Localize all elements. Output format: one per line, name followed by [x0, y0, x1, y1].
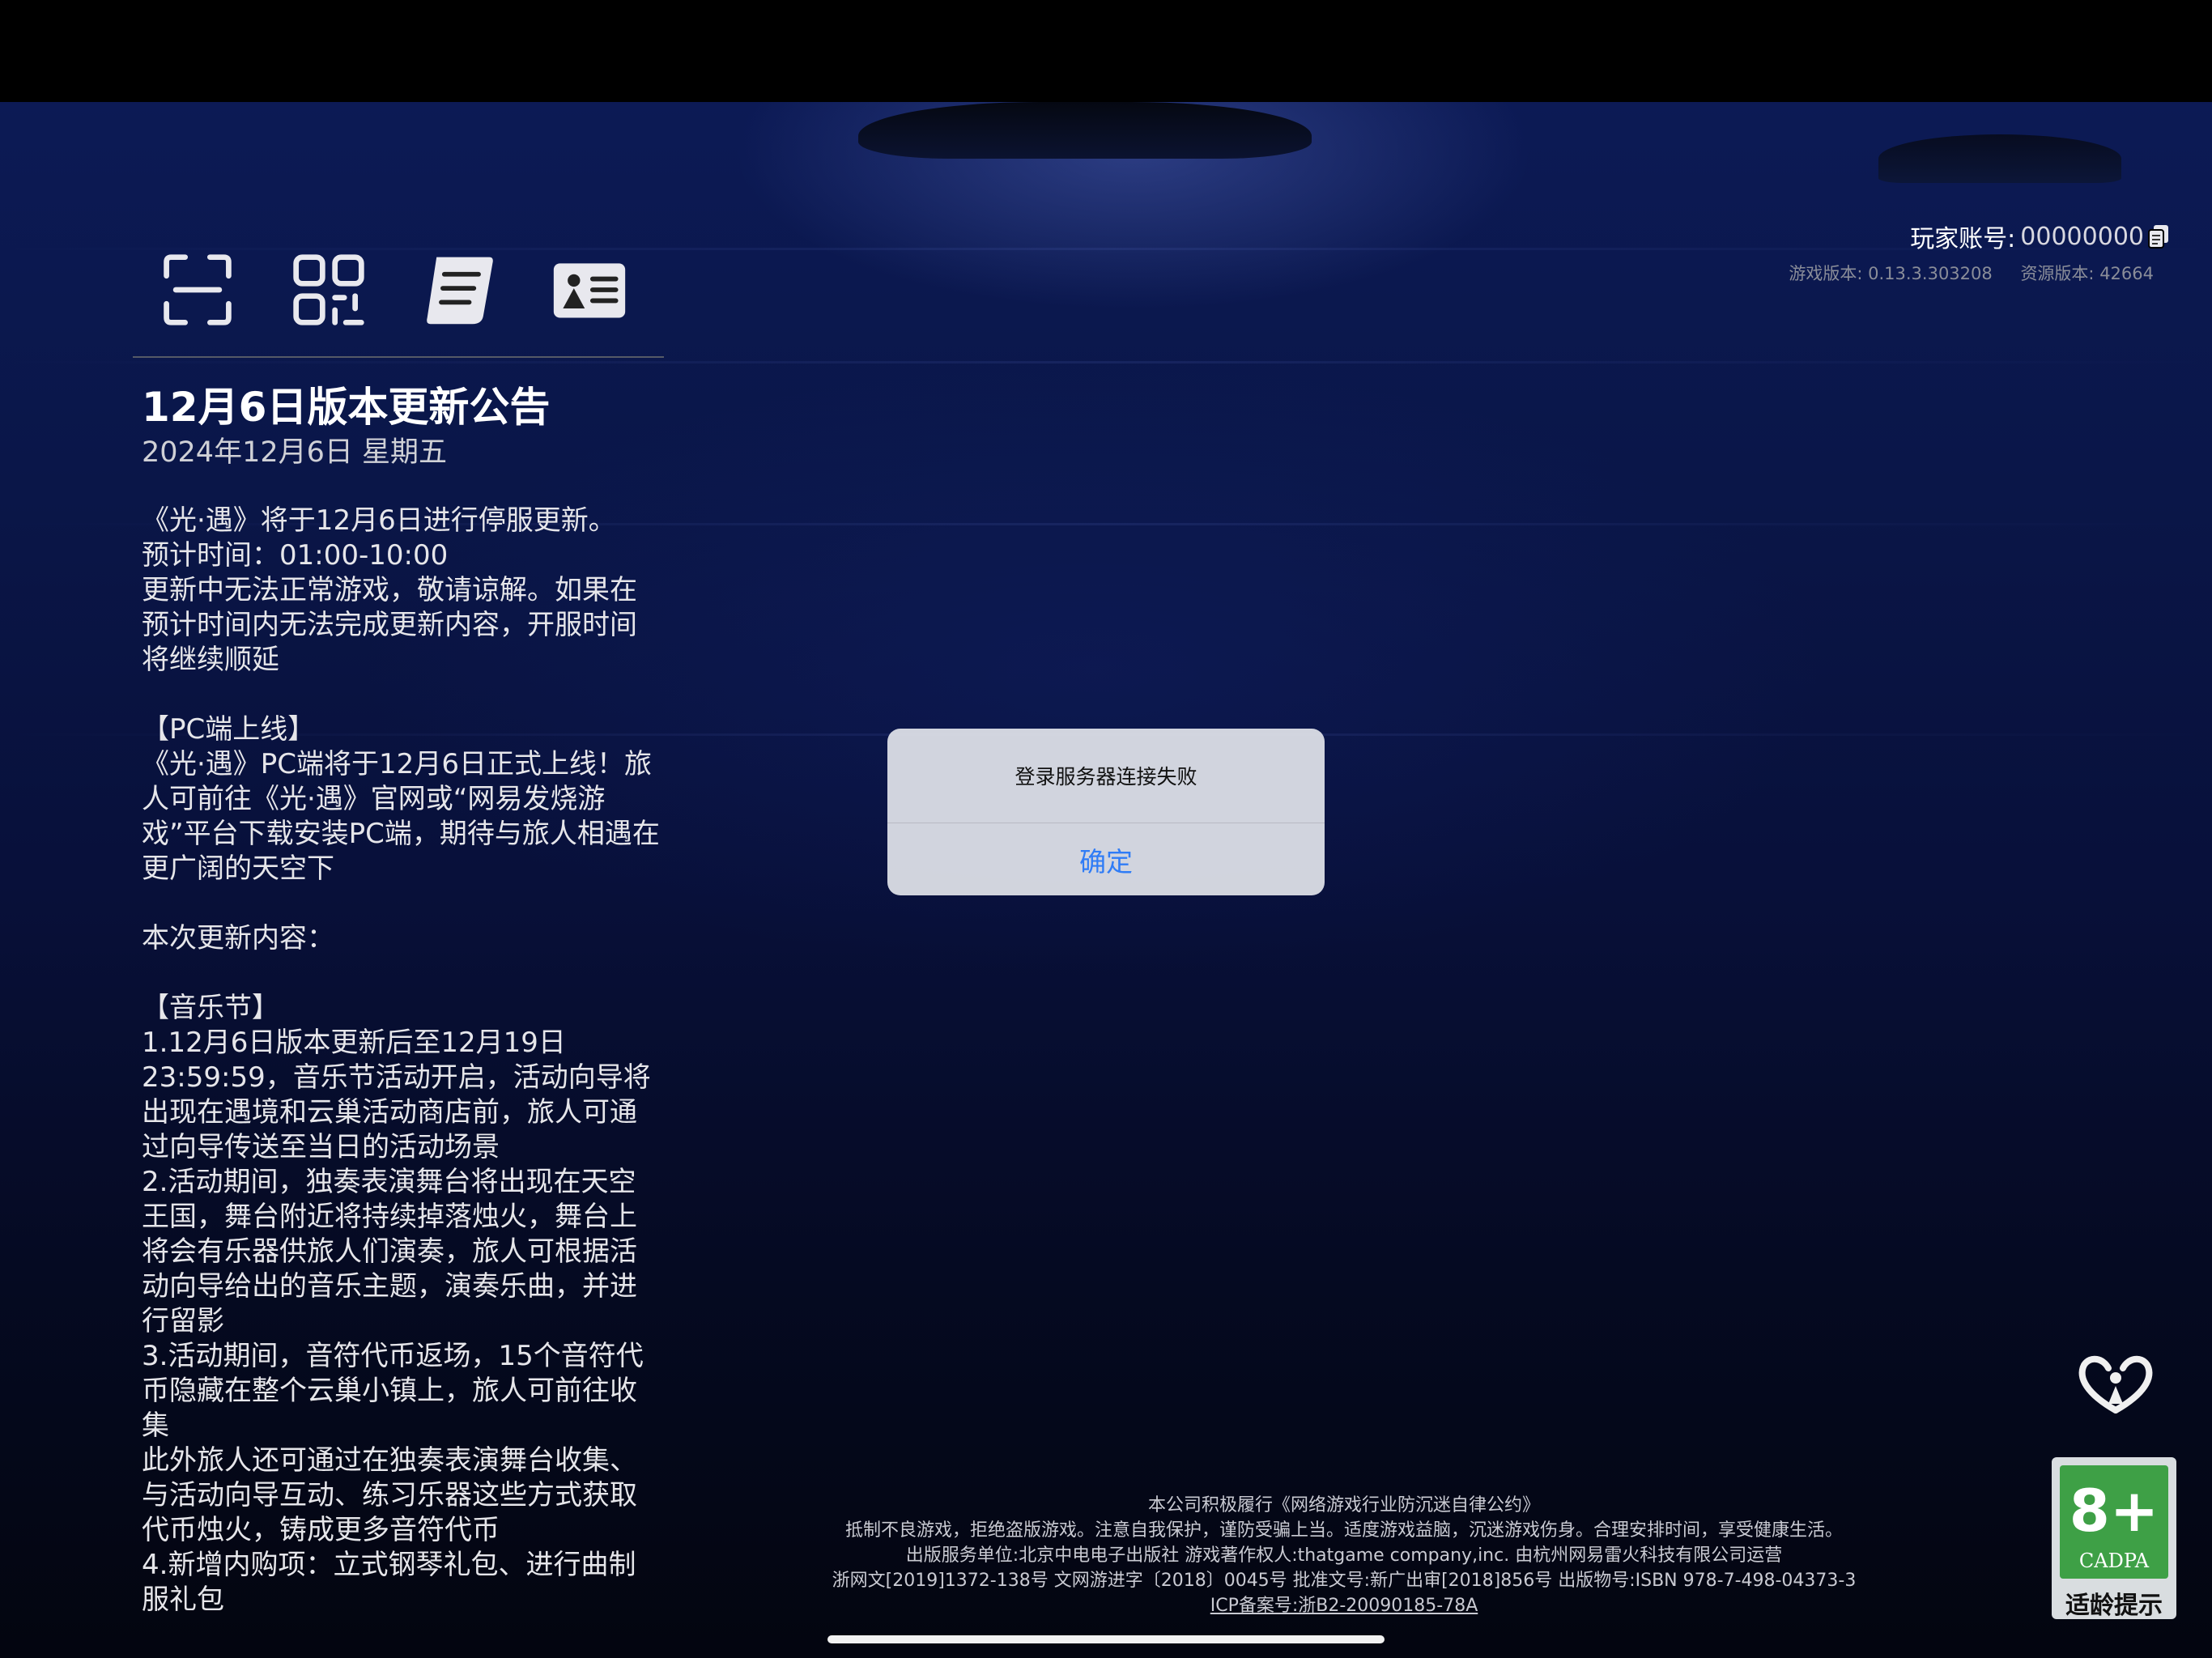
copy-icon[interactable]	[2147, 223, 2170, 249]
top-status-bar	[0, 0, 2212, 102]
account-info: 玩家账号: 00000000	[1910, 219, 2170, 254]
account-value: 00000000	[2020, 222, 2144, 251]
age-rating-badge[interactable]: 8+ CADPA 适龄提示	[2052, 1457, 2176, 1620]
home-indicator[interactable]	[827, 1635, 1385, 1643]
age-rating-brand: CADPA	[2078, 1550, 2150, 1572]
announcement-panel[interactable]: 12月6日版本更新公告 2024年12月6日 星期五 《光·遇》将于12月6日进…	[142, 380, 660, 1619]
error-dialog: 登录服务器连接失败 确定	[887, 729, 1325, 895]
distant-rock	[1878, 134, 2121, 183]
account-label: 玩家账号:	[1910, 225, 2016, 253]
age-rating-panel: 8+ CADPA	[2060, 1465, 2168, 1579]
game-version: 游戏版本: 0.13.3.303208	[1789, 264, 1993, 283]
legal-footer: 本公司积极履行《网络游戏行业防沉迷自律公约》 抵制不良游戏，拒绝盗版游戏。注意自…	[729, 1493, 1959, 1618]
version-info: 游戏版本: 0.13.3.303208 资源版本: 42664	[1766, 261, 2154, 285]
icp-link[interactable]: ICP备案号:浙B2-20090185-78A	[729, 1593, 1959, 1618]
announcement-body: 《光·遇》将于12月6日进行停服更新。 预计时间：01:00-10:00 更新中…	[142, 504, 660, 1616]
water-ripple	[0, 361, 2212, 363]
age-rating-number: 8+	[2069, 1477, 2159, 1545]
dialog-message: 登录服务器连接失败	[887, 729, 1325, 823]
announcement-date: 2024年12月6日 星期五	[142, 436, 448, 469]
distant-island	[858, 102, 1312, 159]
scan-icon[interactable]	[157, 249, 238, 330]
footer-line: 抵制不良游戏，拒绝盗版游戏。注意自我保护，谨防受骗上当。适度游戏益脑，沉迷游戏伤…	[844, 1520, 1843, 1541]
footer-line: 出版服务单位:北京中电电子出版社 游戏著作权人:thatgame company…	[905, 1545, 1783, 1566]
family-protection-icon[interactable]	[2071, 1354, 2160, 1418]
toolbar	[133, 241, 664, 358]
qr-code-icon[interactable]	[288, 249, 369, 330]
announcement-title: 12月6日版本更新公告	[142, 384, 551, 431]
id-card-icon[interactable]	[549, 249, 630, 330]
footer-line: 本公司积极履行《网络游戏行业防沉迷自律公约》	[1147, 1495, 1540, 1516]
confirm-button[interactable]: 确定	[887, 823, 1325, 895]
resource-version: 资源版本: 42664	[2020, 264, 2154, 283]
scroll-icon[interactable]	[419, 249, 500, 330]
age-rating-label: 适龄提示	[2065, 1592, 2163, 1620]
footer-line: 浙网文[2019]1372-138号 文网游进字〔2018〕0045号 批准文号…	[832, 1571, 1857, 1591]
